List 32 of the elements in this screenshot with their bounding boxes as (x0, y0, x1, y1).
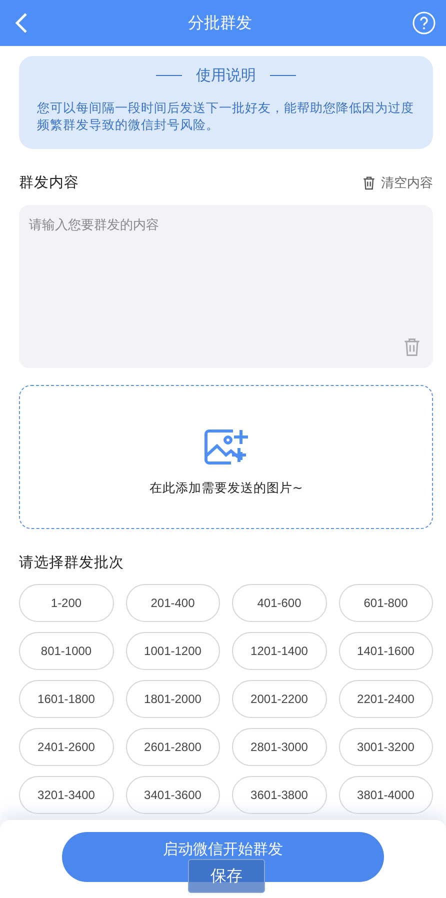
save-button[interactable]: 保存 (188, 859, 265, 893)
batch-option[interactable]: 3601-3800 (232, 776, 326, 814)
batch-option[interactable]: 3801-4000 (338, 776, 433, 814)
add-image-button[interactable]: 在此添加需要发送的图片~ (19, 385, 433, 529)
page-title: 分批群发 (188, 12, 252, 34)
batch-option[interactable]: 2601-2800 (126, 728, 220, 766)
section-label: 请选择群发批次 (19, 554, 124, 572)
help-icon[interactable] (412, 11, 436, 35)
batch-option[interactable]: 2001-2200 (232, 680, 326, 718)
batch-option[interactable]: 1401-1600 (338, 632, 433, 670)
batch-option[interactable]: 2201-2400 (338, 680, 433, 718)
instructions-title: 使用说明 (196, 66, 256, 85)
message-field[interactable]: 请输入您要群发的内容 (19, 205, 433, 368)
back-icon[interactable] (14, 12, 28, 34)
batch-option[interactable]: 1801-2000 (126, 680, 220, 718)
instructions-text: 您可以每间隔一段时间后发送下一批好友，能帮助您降低因为过度频繁群发导致的微信封号风险。 (37, 99, 415, 133)
batch-option[interactable]: 3201-3400 (19, 776, 114, 814)
batch-option[interactable]: 401-600 (232, 584, 326, 622)
batch-option[interactable]: 3001-3200 (338, 728, 433, 766)
section-label: 群发内容 (19, 174, 79, 192)
batch-option[interactable]: 1001-1200 (126, 632, 220, 670)
batch-option[interactable]: 1201-1400 (232, 632, 326, 670)
batch-option[interactable]: 1-200 (19, 584, 114, 622)
batch-option[interactable]: 2801-3000 (232, 728, 326, 766)
trash-icon (361, 174, 377, 190)
batch-option[interactable]: 3401-3600 (126, 776, 220, 814)
clear-content-button[interactable]: 清空内容 (361, 174, 433, 192)
batch-option[interactable]: 201-400 (126, 584, 220, 622)
batch-option[interactable]: 601-800 (338, 584, 433, 622)
batch-option[interactable]: 1601-1800 (19, 680, 114, 718)
batch-option[interactable]: 801-1000 (19, 632, 114, 670)
batch-option[interactable]: 2401-2600 (19, 728, 114, 766)
